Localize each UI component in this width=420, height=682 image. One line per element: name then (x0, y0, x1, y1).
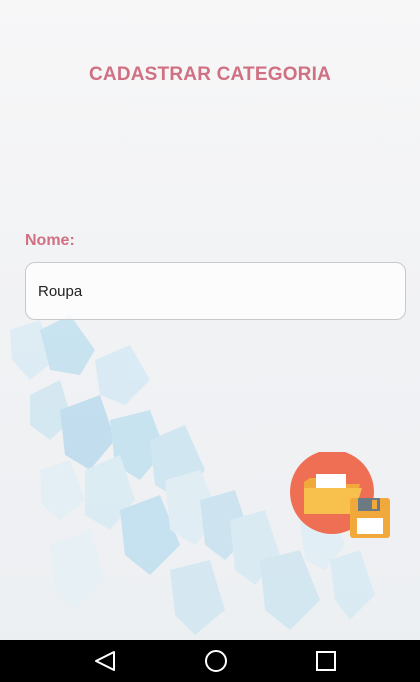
android-navigation-bar (0, 640, 420, 682)
save-category-button[interactable] (290, 450, 392, 540)
name-field-label: Nome: (25, 232, 75, 249)
recents-square-icon (316, 651, 336, 671)
home-button[interactable] (191, 640, 241, 682)
back-triangle-icon (95, 651, 115, 671)
recents-button[interactable] (301, 640, 351, 682)
back-button[interactable] (80, 640, 130, 682)
home-circle-icon (205, 650, 227, 672)
app-screen: CADASTRAR CATEGORIA Nome: (0, 0, 420, 682)
page-title: CADASTRAR CATEGORIA (89, 64, 331, 85)
background-crystal-pattern (10, 315, 375, 635)
category-name-input[interactable] (25, 262, 406, 320)
folder-save-icon (290, 450, 390, 538)
